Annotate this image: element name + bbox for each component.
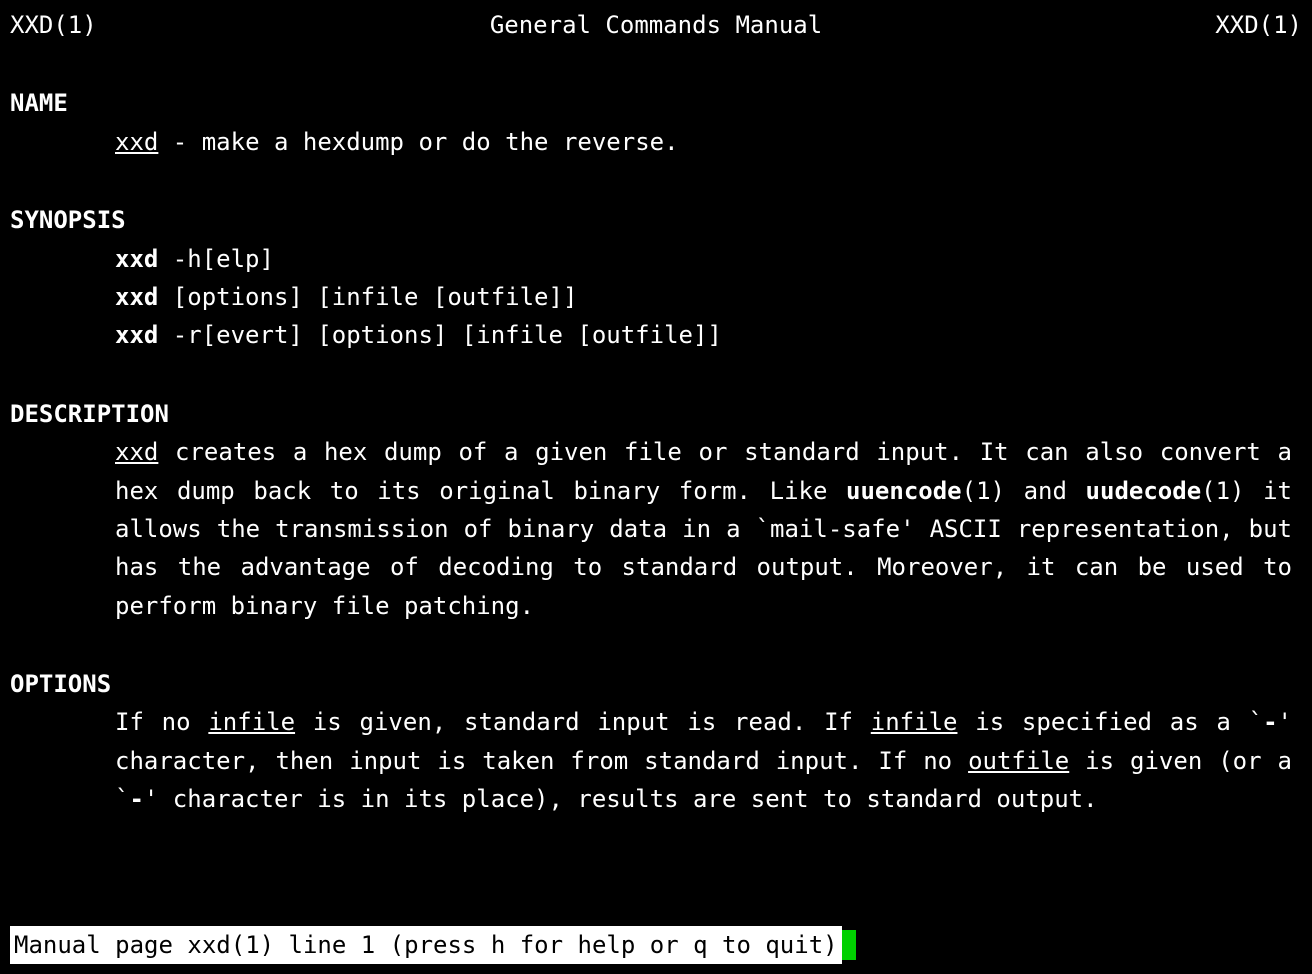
synopsis-line-1: xxd [options] [infile [outfile]] <box>115 278 1302 316</box>
man-header-left: XXD(1) <box>10 6 97 44</box>
synopsis-rest: [options] [infile [outfile]] <box>158 283 577 311</box>
options-paragraph: If no infile is given, standard input is… <box>115 703 1302 818</box>
opt-text: is given, standard input is read. If <box>295 708 871 736</box>
name-line: xxd - make a hexdump or do the reverse. <box>115 123 1302 161</box>
section-options: OPTIONS <box>10 665 1302 703</box>
synopsis-rest: -r[evert] [options] [infile [outfile]] <box>158 321 722 349</box>
man-header: XXD(1) General Commands Manual XXD(1) <box>10 6 1302 44</box>
terminal-cursor <box>842 930 856 960</box>
pager-status-bar[interactable]: Manual page xxd(1) line 1 (press h for h… <box>10 926 856 964</box>
man-header-center: General Commands Manual <box>490 6 822 44</box>
opt-text: is specified as a ` <box>957 708 1263 736</box>
opt-dash: - <box>129 785 143 813</box>
section-synopsis: SYNOPSIS <box>10 201 1302 239</box>
opt-text: If no <box>115 708 208 736</box>
description-paragraph: xxd creates a hex dump of a given file o… <box>115 433 1302 625</box>
section-name: NAME <box>10 84 1302 122</box>
man-header-right: XXD(1) <box>1215 6 1302 44</box>
opt-outfile: outfile <box>968 747 1069 775</box>
synopsis-line-2: xxd -r[evert] [options] [infile [outfile… <box>115 316 1302 354</box>
synopsis-rest: -h[elp] <box>158 245 274 273</box>
name-desc: make a hexdump or do the reverse. <box>202 128 679 156</box>
desc-cmd: xxd <box>115 438 158 466</box>
name-cmd: xxd <box>115 128 158 156</box>
opt-text: ' character is in its place), results ar… <box>144 785 1098 813</box>
opt-infile: infile <box>871 708 958 736</box>
opt-infile: infile <box>208 708 295 736</box>
synopsis-line-0: xxd -h[elp] <box>115 240 1302 278</box>
synopsis-cmd: xxd <box>115 321 158 349</box>
synopsis-cmd: xxd <box>115 283 158 311</box>
opt-dash: - <box>1263 708 1277 736</box>
desc-ref-uudecode: uudecode <box>1086 477 1202 505</box>
pager-status-text: Manual page xxd(1) line 1 (press h for h… <box>10 926 842 964</box>
section-description: DESCRIPTION <box>10 395 1302 433</box>
desc-ref-uuencode: uuencode <box>846 477 962 505</box>
synopsis-cmd: xxd <box>115 245 158 273</box>
desc-text: (1) and <box>962 477 1086 505</box>
name-sep: - <box>158 128 201 156</box>
